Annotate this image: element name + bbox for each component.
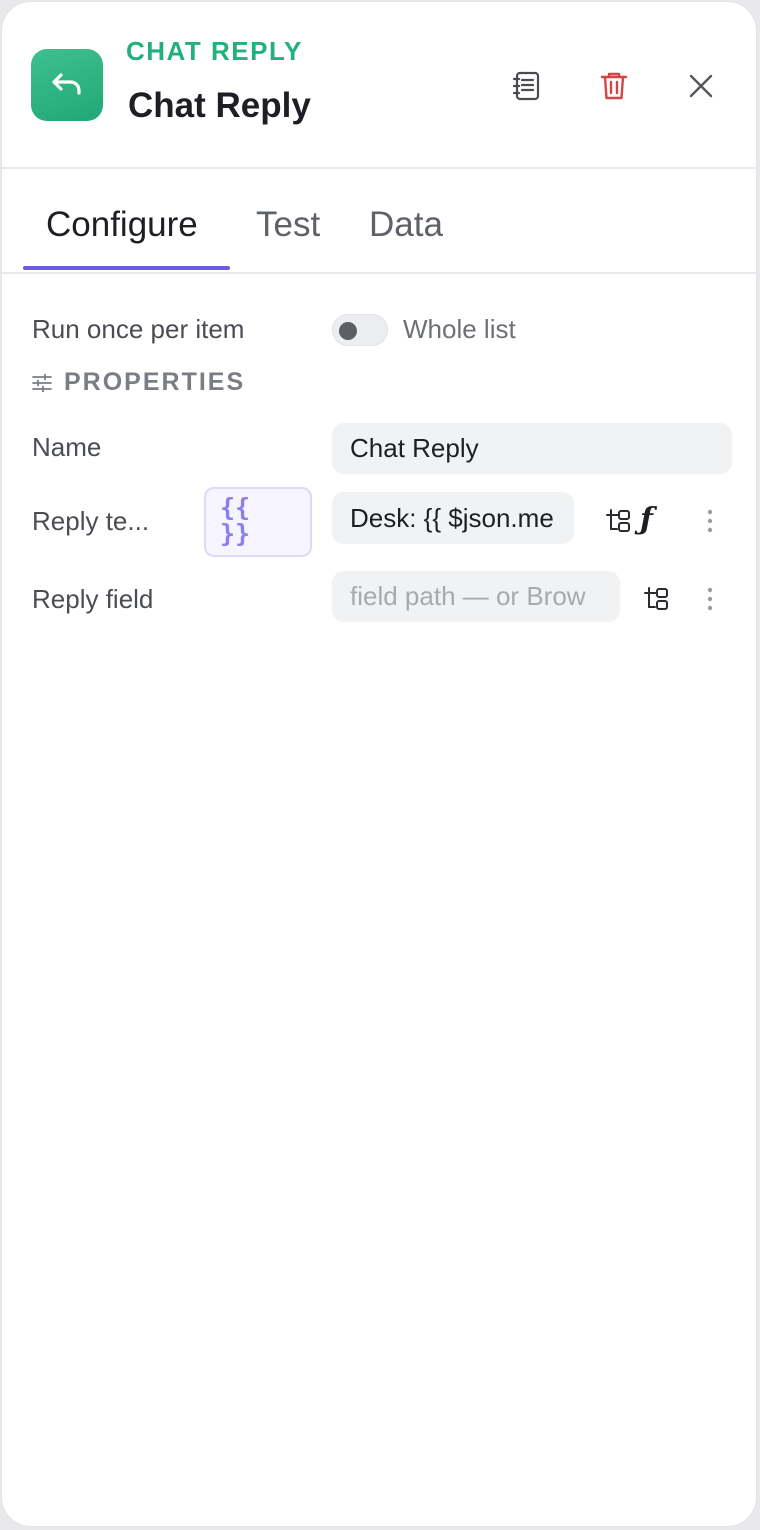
run-mode-toggle[interactable] — [332, 314, 388, 346]
run-once-label: Run once per item — [32, 314, 245, 344]
notes-button[interactable] — [505, 64, 549, 108]
reply-arrow-icon — [31, 49, 103, 121]
delete-button[interactable] — [592, 64, 636, 108]
field-tree-icon — [644, 587, 668, 610]
name-label: Name — [32, 432, 102, 462]
node-title[interactable]: Chat Reply — [128, 86, 311, 126]
reply-field-label: Reply field — [32, 584, 154, 614]
toggle-knob — [339, 322, 357, 340]
field-tree-icon — [606, 509, 630, 532]
properties-label: PROPERTIES — [64, 368, 246, 396]
node-type-label: CHAT REPLY — [126, 36, 303, 66]
function-button[interactable]: ƒ — [640, 502, 653, 537]
close-button[interactable] — [679, 64, 723, 108]
more-vertical-icon — [707, 509, 713, 533]
browse-fields-button[interactable] — [603, 505, 635, 537]
more-options-button[interactable] — [694, 505, 726, 537]
sliders-icon — [32, 373, 52, 392]
panel-header: CHAT REPLY Chat Reply — [2, 2, 756, 169]
trash-icon — [600, 72, 628, 100]
reply-template-label: Reply te... — [32, 506, 150, 536]
expression-mode-button[interactable]: {{ }} — [204, 487, 312, 557]
node-settings-panel: CHAT REPLY Chat Reply Configure Test Dat… — [1, 1, 757, 1527]
more-vertical-icon — [707, 587, 713, 611]
tab-bar: Configure Test Data — [2, 169, 756, 274]
more-options-button[interactable] — [694, 583, 726, 615]
properties-section-header: PROPERTIES — [32, 368, 245, 397]
tab-test[interactable]: Test — [256, 205, 320, 245]
reply-field-input[interactable]: field path — or Brow — [332, 571, 620, 622]
name-input[interactable]: Chat Reply — [332, 423, 732, 474]
tab-data[interactable]: Data — [369, 205, 443, 245]
close-icon — [689, 74, 713, 98]
reply-template-input[interactable]: Desk: {{ $json.me — [332, 492, 574, 544]
expr-close-braces: }} — [220, 519, 251, 548]
active-tab-indicator — [23, 266, 230, 270]
whole-list-label: Whole list — [403, 314, 516, 344]
tab-configure[interactable]: Configure — [46, 205, 198, 245]
notes-icon — [512, 71, 540, 101]
expr-open-braces: {{ — [220, 493, 251, 522]
browse-fields-button[interactable] — [641, 583, 673, 615]
